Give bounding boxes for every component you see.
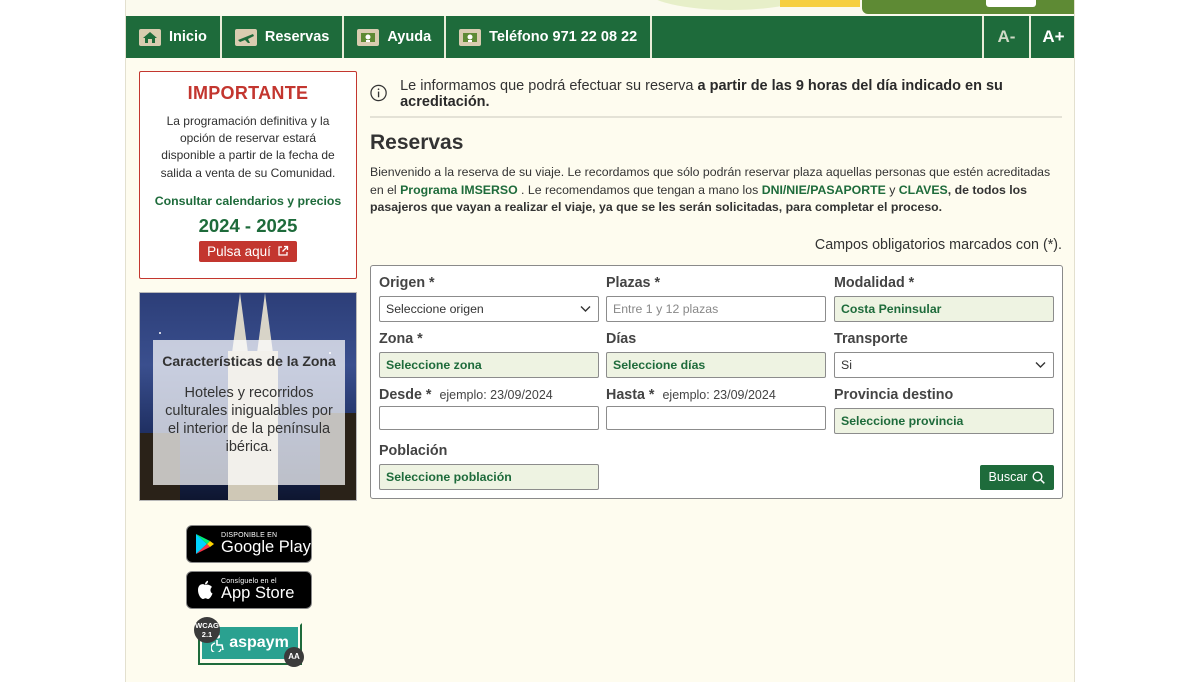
info-icon bbox=[370, 84, 387, 102]
important-text: La programación definitiva y la opción d… bbox=[160, 114, 336, 180]
hasta-input[interactable] bbox=[606, 405, 826, 430]
nav-telefono-label: Teléfono 971 22 08 22 bbox=[489, 29, 638, 45]
zona-label: Zona * bbox=[379, 330, 423, 347]
modalidad-select[interactable]: Costa Peninsular bbox=[834, 295, 1054, 322]
main-nav: Inicio Reservas Ayuda Teléfono 971 22 08… bbox=[126, 16, 1074, 58]
desde-label: Desde * ejemplo: 23/09/2024 bbox=[379, 386, 553, 403]
font-increase-button[interactable]: A+ bbox=[1029, 16, 1074, 58]
origen-select[interactable]: Seleccione origen bbox=[379, 295, 599, 322]
apple-icon bbox=[198, 580, 213, 599]
page-container: Inicio Reservas Ayuda Teléfono 971 22 08… bbox=[125, 0, 1075, 682]
transporte-select[interactable]: Si bbox=[834, 351, 1054, 378]
calendars-link[interactable]: Consultar calendarios y precios bbox=[140, 194, 356, 208]
plane-icon bbox=[234, 28, 257, 46]
help-icon bbox=[357, 28, 380, 46]
nav-reservas[interactable]: Reservas bbox=[222, 16, 345, 58]
main-content: Le informamos que podrá efectuar su rese… bbox=[370, 71, 1063, 499]
info-notice: Le informamos que podrá efectuar su rese… bbox=[370, 71, 1062, 118]
google-play-icon bbox=[196, 534, 214, 554]
zone-card[interactable]: Características de la Zona Hoteles y rec… bbox=[139, 292, 357, 501]
welcome-text: Bienvenido a la reserva de su viaje. Le … bbox=[370, 165, 1051, 214]
chevron-down-icon bbox=[1035, 361, 1046, 368]
programa-imserso-link[interactable]: Programa IMSERSO bbox=[400, 183, 518, 197]
zone-overlay: Características de la Zona Hoteles y rec… bbox=[153, 340, 345, 485]
hasta-label: Hasta * ejemplo: 23/09/2024 bbox=[606, 386, 776, 403]
poblacion-select[interactable]: Seleccione población bbox=[379, 463, 599, 490]
phone-icon bbox=[459, 28, 482, 46]
buscar-button[interactable]: Buscar bbox=[980, 464, 1054, 490]
season-years: 2024 - 2025 bbox=[198, 214, 298, 236]
search-icon bbox=[1032, 470, 1046, 484]
poblacion-label: Población bbox=[379, 442, 448, 459]
nav-telefono[interactable]: Teléfono 971 22 08 22 bbox=[446, 16, 653, 58]
important-box: IMPORTANTE La programación definitiva y … bbox=[139, 71, 357, 279]
zone-title: Características de la Zona bbox=[162, 353, 336, 369]
provincia-label: Provincia destino bbox=[834, 386, 954, 403]
pulsa-aqui-button[interactable]: Pulsa aquí bbox=[199, 240, 297, 262]
desde-example: ejemplo: 23/09/2024 bbox=[439, 387, 553, 402]
font-decrease-button[interactable]: A- bbox=[982, 16, 1029, 58]
buscar-label: Buscar bbox=[988, 470, 1028, 484]
app-store-big: App Store bbox=[221, 584, 295, 602]
page-title: Reservas bbox=[370, 131, 464, 154]
mandatory-note: Campos obligatorios marcados con (*). bbox=[814, 236, 1062, 253]
desde-input[interactable] bbox=[379, 405, 599, 430]
pulsa-aqui-label: Pulsa aquí bbox=[207, 243, 271, 259]
chevron-down-icon bbox=[580, 305, 591, 312]
google-play-badge[interactable]: DISPONIBLE EN Google Play bbox=[186, 525, 312, 563]
nav-ayuda-label: Ayuda bbox=[387, 29, 432, 45]
provincia-select[interactable]: Seleccione provincia bbox=[834, 407, 1054, 434]
nav-ayuda[interactable]: Ayuda bbox=[344, 16, 447, 58]
home-icon bbox=[139, 28, 161, 46]
aspaym-label: aspaym bbox=[229, 634, 289, 651]
aa-badge: AA bbox=[284, 647, 304, 667]
info-text: Le informamos que podrá efectuar su rese… bbox=[400, 77, 1003, 110]
hasta-example: ejemplo: 23/09/2024 bbox=[662, 387, 776, 402]
external-link-icon bbox=[278, 246, 289, 256]
aspaym-accessibility-badge[interactable]: aspaym WCAG 2.1 AA bbox=[194, 617, 304, 667]
origen-label: Origen * bbox=[379, 274, 435, 291]
nav-inicio-label: Inicio bbox=[169, 29, 207, 45]
zone-text: Hoteles y recorridos culturales iniguala… bbox=[165, 385, 333, 455]
search-form: Origen * Seleccione origen Plazas * Entr… bbox=[370, 264, 1063, 499]
google-play-big: Google Play bbox=[221, 538, 311, 556]
left-sidebar: IMPORTANTE La programación definitiva y … bbox=[139, 71, 357, 501]
app-badges: DISPONIBLE EN Google Play Consíguelo en … bbox=[186, 525, 314, 667]
wcag-badge: WCAG 2.1 bbox=[194, 617, 220, 643]
header-banner bbox=[126, 0, 1074, 16]
dias-select[interactable]: Seleccione días bbox=[606, 351, 826, 378]
nav-inicio[interactable]: Inicio bbox=[126, 16, 222, 58]
zona-select[interactable]: Seleccione zona bbox=[379, 351, 599, 378]
transporte-label: Transporte bbox=[834, 330, 908, 347]
plazas-label: Plazas * bbox=[606, 274, 661, 291]
dias-label: Días bbox=[606, 330, 637, 347]
modalidad-label: Modalidad * bbox=[834, 274, 915, 291]
nav-reservas-label: Reservas bbox=[264, 29, 330, 45]
plazas-input[interactable]: Entre 1 y 12 plazas bbox=[606, 295, 826, 322]
important-title: IMPORTANTE bbox=[187, 83, 309, 103]
app-store-badge[interactable]: Consíguelo en el App Store bbox=[186, 571, 312, 609]
